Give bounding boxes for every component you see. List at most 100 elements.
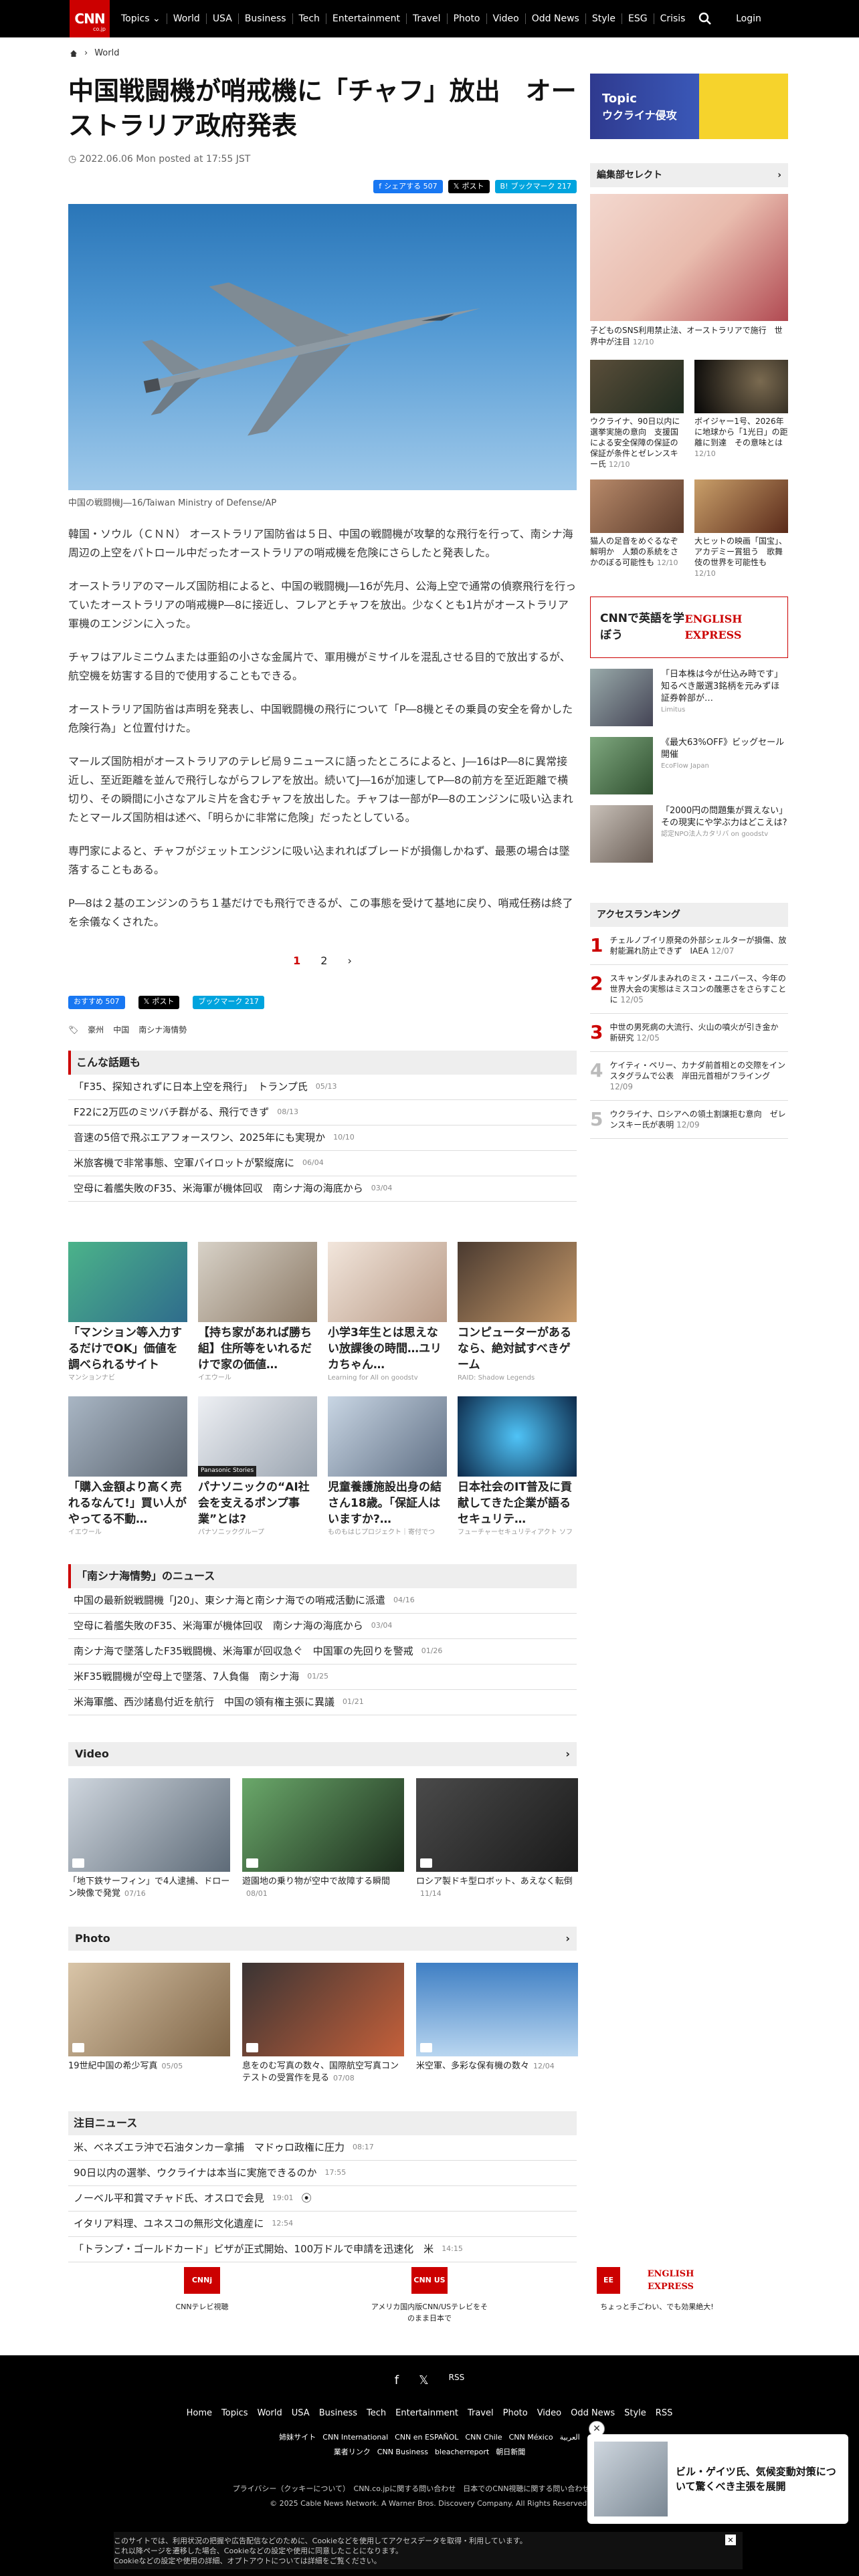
- list-item[interactable]: 米旅客機で非常事態、空軍パイロットが緊縦席に 06/04: [68, 1151, 577, 1176]
- nav-travel[interactable]: Travel: [407, 13, 448, 24]
- brand-cnnj[interactable]: CNNj CNNテレビ視聴: [142, 2267, 262, 2324]
- breadcrumb-world[interactable]: World: [94, 47, 119, 60]
- list-item[interactable]: 90日以内の選挙、ウクライナは本当に実施できるのか 17:55: [68, 2161, 577, 2186]
- list-item[interactable]: 米F35戦闘機が空母上で墜落、7人負傷 南シナ海 01/25: [68, 1665, 577, 1690]
- list-item[interactable]: 中国の最新鋭戦闘機「J20」、東シナ海と南シナ海での哨戒活動に派遣 04/16: [68, 1588, 577, 1614]
- nav-entertainment[interactable]: Entertainment: [326, 13, 407, 24]
- ranking-item[interactable]: 3 中世の男死病の大流行、火山の噴火が引き金か 新研究 12/05: [590, 1014, 788, 1052]
- close-cookie-icon[interactable]: ✕: [725, 2535, 736, 2545]
- sister-link[interactable]: CNN International: [322, 2432, 388, 2444]
- brand-cnnus[interactable]: CNN US アメリカ国内版CNN/USテレビをそのまま日本で: [369, 2267, 490, 2324]
- footer-link[interactable]: Photo: [503, 2407, 528, 2420]
- sponsored-card[interactable]: 「購入金額より高く売れるなんて!」買い人がやってる不動… イエウール: [68, 1396, 187, 1537]
- list-item[interactable]: ノーベル平和賞マチャド氏、オスロで会見 19:01 ⦿: [68, 2186, 577, 2212]
- editor-select-header[interactable]: 編集部セレクト ›: [590, 163, 788, 187]
- list-item[interactable]: F22に2万匹のミツバチ群がる、飛行できず 08/13: [68, 1100, 577, 1125]
- list-item[interactable]: 米、ベネズエラ沖で石油タンカー拿捕 マドゥロ政権に圧力 08:17: [68, 2135, 577, 2161]
- sponsored-card[interactable]: Panasonic Stories パナソニックの“AI社会を支えるポンプ事業”と…: [198, 1396, 317, 1537]
- tag-item[interactable]: 豪州: [88, 1024, 104, 1036]
- sister-link[interactable]: CNN Chile: [465, 2432, 502, 2444]
- footer-link[interactable]: Home: [187, 2407, 212, 2420]
- editor-card[interactable]: 大ヒットの映画「国宝」、アカデミー賞狙う 歌舞伎の世界を可能性も 12/10: [694, 479, 788, 579]
- topic-banner[interactable]: Topic ウクライナ侵攻: [590, 74, 788, 139]
- footer-link[interactable]: Travel: [468, 2407, 494, 2420]
- partner-link[interactable]: bleacherreport: [435, 2447, 489, 2458]
- nav-esg[interactable]: ESG: [622, 13, 654, 24]
- sponsored-card[interactable]: 児童養護施設出身の結さん18歳。「保証人はいますか?… ものもはじプロジェクト｜寄…: [328, 1396, 447, 1537]
- page-2[interactable]: 2: [320, 953, 327, 969]
- facebook-share-button[interactable]: f シェアする 507: [373, 180, 443, 193]
- editor-card[interactable]: 猫人の足音をめぐるなぞ解明か 人類の系統をさかのぼる可能性も 12/10: [590, 479, 684, 579]
- cnn-english-banner[interactable]: CNNで英語を学ぼう ENGLISH EXPRESS: [590, 597, 788, 658]
- editor-card[interactable]: ウクライナ、90日以内に選挙実施の意向 支援国による安全保障の保証の保証が条件と…: [590, 360, 684, 470]
- sponsored-card[interactable]: 【持ち家があれば勝ち組】住所等をいれるだけで家の価値… イエウール: [198, 1241, 317, 1383]
- ranking-item[interactable]: 1 チェルノブイリ原発の外部シェルターが損傷、放射能漏れ防止できず IAEA 12…: [590, 927, 788, 965]
- nav-tech[interactable]: Tech: [293, 13, 326, 24]
- facebook-icon[interactable]: f: [395, 2371, 399, 2389]
- footer-link[interactable]: Entertainment: [395, 2407, 458, 2420]
- nav-world[interactable]: World: [167, 13, 207, 24]
- sponsored-card[interactable]: コンピューターがあるなら、絶対試すべきゲーム RAID: Shadow Legen…: [458, 1241, 577, 1383]
- sponsored-item[interactable]: 「日本株は今が仕込み時です」知るべき厳選3銘柄を元みずほ証券幹部が… Limitu…: [590, 669, 788, 726]
- ranking-item[interactable]: 5 ウクライナ、ロシアへの領土割譲拒む意向 ゼレンスキー氏が表明 12/09: [590, 1101, 788, 1139]
- nav-photo[interactable]: Photo: [448, 13, 487, 24]
- video-card[interactable]: 「地下鉄サーフィン」で4人逮捕、ドローン映像で発覚 07/16: [68, 1778, 230, 1900]
- video-section-header[interactable]: Video ›: [68, 1741, 577, 1766]
- list-item[interactable]: 音速の5倍で飛ぶエアフォースワン、2025年にも実現か 10/10: [68, 1125, 577, 1151]
- x-icon[interactable]: 𝕏: [419, 2371, 429, 2389]
- editor-big-image[interactable]: [590, 194, 788, 321]
- brand-english-express[interactable]: EE ENGLISH EXPRESS ちょっと手ごわい、でも効果絶大!: [597, 2267, 717, 2324]
- x-post-button[interactable]: 𝕏 ポスト: [448, 180, 490, 193]
- rss-icon[interactable]: RSS: [449, 2371, 465, 2389]
- footer-link[interactable]: Business: [319, 2407, 357, 2420]
- nav-crisis[interactable]: Crisis: [654, 13, 692, 24]
- partner-link[interactable]: 朝日新聞: [496, 2447, 525, 2458]
- video-card[interactable]: 遊園地の乗り物が空中で故障する瞬間 08/01: [242, 1778, 404, 1900]
- tag-item[interactable]: 中国: [113, 1024, 129, 1036]
- footer-link[interactable]: Video: [537, 2407, 561, 2420]
- footer-link[interactable]: Tech: [367, 2407, 386, 2420]
- login-button[interactable]: Login: [729, 0, 768, 37]
- footer-link[interactable]: World: [258, 2407, 282, 2420]
- list-item[interactable]: 「トランプ・ゴールドカード」ビザが正式開始、100万ドルで申請を迅速化 米 14:…: [68, 2237, 577, 2262]
- list-item[interactable]: 南シナ海で墜落したF35戦闘機、米海軍が回収急ぐ 中国軍の先回りを警戒 01/26: [68, 1639, 577, 1665]
- sponsored-card[interactable]: 日本社会のIT普及に貢献してきた企業が語るセキュリテ… フューチャーセキュリティア…: [458, 1396, 577, 1537]
- footer-link[interactable]: USA: [292, 2407, 310, 2420]
- nav-usa[interactable]: USA: [207, 13, 239, 24]
- list-item[interactable]: 「F35、探知されずに日本上空を飛行」 トランプ氏 05/13: [68, 1075, 577, 1100]
- list-item[interactable]: 空母に着艦失敗のF35、米海軍が機体回収 南シナ海の海底から 03/04: [68, 1614, 577, 1639]
- sponsored-card[interactable]: 「マンション等入力するだけでOK」価値を調べられるサイト マンションナビ: [68, 1241, 187, 1383]
- list-item[interactable]: 米海軍艦、西沙諸島付近を航行 中国の領有権主張に異議 01/21: [68, 1690, 577, 1715]
- footer-link[interactable]: RSS: [656, 2407, 673, 2420]
- partner-link[interactable]: CNN Business: [377, 2447, 428, 2458]
- nav-odd-news[interactable]: Odd News: [526, 13, 586, 24]
- footer-link[interactable]: Odd News: [571, 2407, 615, 2420]
- sponsored-card[interactable]: 小学3年生とは思えない放課後の時間…ユリカちゃん… Learning for Al…: [328, 1241, 447, 1383]
- photo-card[interactable]: 息をのむ写真の数々、国際航空写真コンテストの受賞作を見る 07/08: [242, 1962, 404, 2084]
- search-icon[interactable]: [698, 12, 712, 25]
- editor-card[interactable]: ボイジャー1号、2026年に地球から「1光日」の距離に到達 その意味とは 12/…: [694, 360, 788, 470]
- nav-video[interactable]: Video: [487, 13, 526, 24]
- photo-card[interactable]: 米空軍、多彩な保有機の数々 12/04: [416, 1962, 578, 2084]
- video-card[interactable]: ロシア製ドキ型ロボット、あえなく転倒 11/14: [416, 1778, 578, 1900]
- nav-topics[interactable]: Topics ⌄: [115, 13, 167, 24]
- cnn-logo[interactable]: CNN co.jp: [70, 0, 110, 37]
- hatena-bookmark-button-bottom[interactable]: ブックマーク 217: [193, 995, 264, 1009]
- sponsored-item[interactable]: 《最大63%OFF》ビッグセール開催 EcoFlow Japan: [590, 737, 788, 794]
- sister-link[interactable]: العربية: [560, 2432, 580, 2444]
- page-1[interactable]: 1: [293, 953, 300, 969]
- editor-big-caption[interactable]: 子どものSNS利用禁止法、オーストラリアで施行 世界中が注目 12/10: [590, 325, 788, 348]
- list-item[interactable]: イタリア料理、ユネスコの無形文化遺産に 12:54: [68, 2212, 577, 2237]
- nav-business[interactable]: Business: [239, 13, 293, 24]
- recommend-popup[interactable]: ビル・ゲイツ氏、気候変動対策について驚くべき主張を展開: [587, 2434, 848, 2524]
- ranking-item[interactable]: 4 ケイティ・ペリー、カナダ前首相との交際をインスタグラムで公表 岸田元首相がフラ…: [590, 1052, 788, 1101]
- x-post-button-bottom[interactable]: 𝕏 ポスト: [138, 995, 180, 1009]
- photo-card[interactable]: 19世紀中国の希少写真 05/05: [68, 1962, 230, 2084]
- list-item[interactable]: 空母に着艦失敗のF35、米海軍が機体回収 南シナ海の海底から 03/04: [68, 1176, 577, 1202]
- next-page[interactable]: ›: [347, 953, 351, 969]
- photo-section-header[interactable]: Photo ›: [68, 1926, 577, 1951]
- hatena-bookmark-button[interactable]: B! ブックマーク 217: [494, 180, 577, 193]
- sister-link[interactable]: CNN México: [509, 2432, 553, 2444]
- ranking-item[interactable]: 2 スキャンダルまみれのミス・ユニバース、今年の世界大会の実態はミスコンの醜悪さを…: [590, 965, 788, 1014]
- sponsored-item[interactable]: 「2000円の問題集が買えない」その現実にや学ぶ力はどこえは? 認定NPO法人カタ…: [590, 805, 788, 863]
